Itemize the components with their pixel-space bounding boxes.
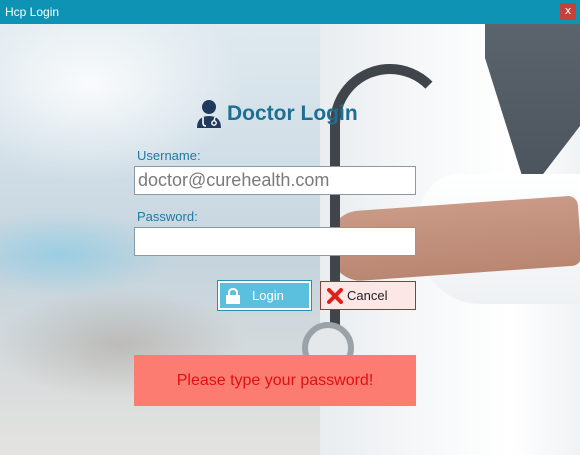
cancel-button[interactable]: Cancel xyxy=(320,281,416,310)
lock-icon xyxy=(226,287,240,304)
login-heading: Doctor Login xyxy=(195,97,358,131)
login-button-label: Login xyxy=(252,288,284,303)
cancel-button-label: Cancel xyxy=(347,288,388,303)
password-field[interactable] xyxy=(134,227,416,256)
page-title: Doctor Login xyxy=(227,102,358,125)
username-label: Username: xyxy=(137,148,201,163)
username-field[interactable] xyxy=(134,166,416,195)
close-button[interactable]: x xyxy=(560,3,576,20)
error-message-box: Please type your password! xyxy=(134,355,416,406)
login-button[interactable]: Login xyxy=(217,280,312,311)
x-icon xyxy=(327,287,343,304)
doctor-icon xyxy=(197,100,221,128)
close-icon: x xyxy=(564,4,572,17)
window-title: Hcp Login xyxy=(5,5,60,19)
window-titlebar: Hcp Login x xyxy=(0,0,580,24)
error-message: Please type your password! xyxy=(176,371,374,389)
password-label: Password: xyxy=(137,209,198,224)
